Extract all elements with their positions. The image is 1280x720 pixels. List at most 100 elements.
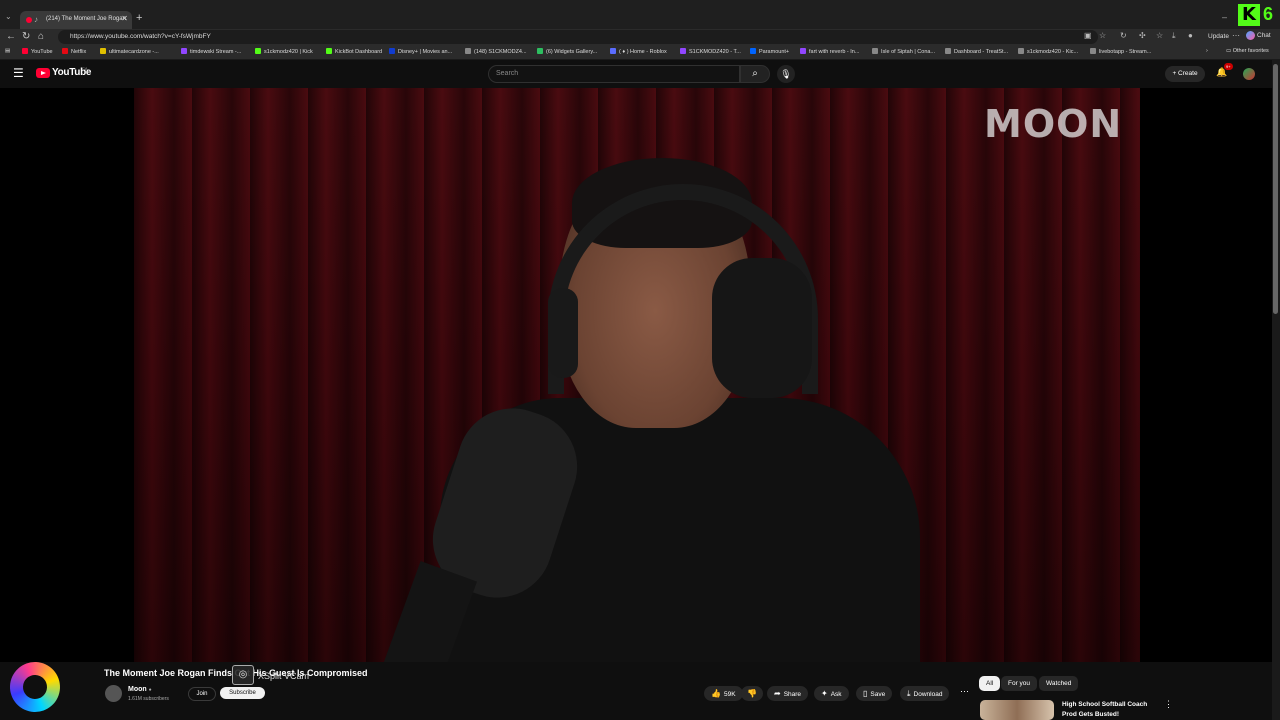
bookmark-favicon-icon	[1018, 48, 1024, 54]
ask-button[interactable]: ✦ Ask	[814, 686, 849, 701]
home-icon[interactable]: ⌂	[38, 31, 44, 42]
bookmark-favicon-icon	[22, 48, 28, 54]
bookmark-label: ( ♦ ) Home - Roblox	[619, 49, 667, 55]
favorite-star-icon[interactable]: ☆	[1099, 31, 1106, 40]
bookmark-favicon-icon	[800, 48, 806, 54]
bookmark-label: Dashboard - TreatSt...	[954, 49, 1009, 55]
bookmark-item[interactable]: Paramount+	[750, 48, 789, 55]
chip-for-you[interactable]: For you	[1001, 676, 1038, 691]
search-button[interactable]: ⌕	[740, 65, 770, 83]
recommended-video-title-line2[interactable]: Prod Gets Busted!	[1062, 711, 1119, 718]
bookmark-item[interactable]: ( ♦ ) Home - Roblox	[610, 48, 667, 55]
hamburger-menu-icon[interactable]: ☰	[13, 66, 24, 80]
bookmark-item[interactable]: Isle of Siptah | Cona...	[872, 48, 935, 55]
reader-view-icon[interactable]: ▣	[1084, 31, 1092, 40]
minimize-window-icon[interactable]: –	[1222, 12, 1227, 22]
bookmark-label: Paramount+	[759, 49, 790, 55]
bookmark-item[interactable]: s1ckmodz420 - Kic...	[1018, 48, 1078, 55]
bookmark-label: timdewski Stream -...	[190, 49, 242, 55]
save-label: Save	[870, 691, 886, 698]
bookmark-item[interactable]: (148) S1CKMODZ4...	[465, 48, 527, 55]
video-player[interactable]: MOON	[0, 88, 1272, 662]
dislike-button[interactable]: 👎	[741, 686, 763, 701]
bookmark-item[interactable]: Dashboard - TreatSt...	[945, 48, 1008, 55]
address-bar[interactable]: https://www.youtube.com/watch?v=cY-fsWjm…	[58, 30, 1098, 44]
bookmark-favicon-icon	[1090, 48, 1096, 54]
bookmark-item[interactable]: (6) Widgets Gallery...	[537, 48, 597, 55]
channel-name-text: Moon	[128, 686, 147, 693]
bookmark-item[interactable]: Netflix	[62, 48, 86, 55]
download-icon: ⤓	[907, 689, 911, 698]
kick-badge-number: 6	[1263, 4, 1274, 24]
xsplit-vcam-label: XSplit VCam	[258, 671, 310, 681]
subscribe-button[interactable]: Subscribe	[220, 687, 265, 699]
bookmark-favicon-icon	[537, 48, 543, 54]
youtube-logo-icon[interactable]	[36, 68, 50, 78]
update-button[interactable]: Update	[1204, 31, 1233, 42]
tab-list-chevron-icon[interactable]: ⌄	[5, 12, 12, 21]
like-button[interactable]: 👍 59K	[704, 686, 743, 701]
chip-watched[interactable]: Watched	[1039, 676, 1079, 691]
speaker-icon[interactable]: ♪	[34, 15, 38, 24]
browser-tab-strip: ⌄ ♪ (214) The Moment Joe Rogan ✕ + – K 6	[0, 0, 1280, 29]
recommended-video-thumbnail[interactable]	[980, 700, 1054, 720]
bookmark-item[interactable]: ultimatecardzone -...	[100, 48, 159, 55]
other-favorites-folder[interactable]: ▭ Other favorites	[1226, 48, 1269, 54]
share-icon: ➦	[774, 689, 781, 698]
page-scrollbar-thumb[interactable]	[1273, 64, 1278, 314]
bookmark-label: Isle of Siptah | Cona...	[881, 49, 936, 55]
bookmarks-overflow-chevron-icon[interactable]: ›	[1206, 48, 1208, 54]
bookmark-label: Netflix	[71, 49, 87, 55]
bookmark-item[interactable]: timdewski Stream -...	[181, 48, 241, 55]
copilot-icon	[1246, 31, 1255, 40]
download-button[interactable]: ⤓ Download	[900, 686, 950, 701]
folder-icon: ▭	[1226, 48, 1233, 54]
join-button[interactable]: Join	[188, 687, 216, 701]
bookmark-item[interactable]: YouTube	[22, 48, 53, 55]
bookmark-favicon-icon	[680, 48, 686, 54]
bookmark-item[interactable]: Disney+ | Movies an...	[389, 48, 452, 55]
apps-icon[interactable]: ▤	[5, 48, 10, 54]
bookmark-favicon-icon	[872, 48, 878, 54]
create-label: Create	[1178, 70, 1198, 77]
bookmark-item[interactable]: s1ckmodz420 | Kick	[255, 48, 313, 55]
share-button[interactable]: ➦ Share	[767, 686, 809, 701]
copilot-chat-button[interactable]: Chat	[1246, 31, 1271, 40]
more-menu-icon[interactable]: ⋯	[1232, 31, 1240, 40]
close-tab-icon[interactable]: ✕	[121, 14, 128, 23]
downloads-icon[interactable]: ⤓	[1172, 31, 1176, 41]
more-actions-icon[interactable]: ⋯	[960, 686, 969, 697]
xsplit-vcam-icon: ◎	[232, 665, 254, 685]
account-avatar[interactable]	[1243, 68, 1255, 80]
reload-icon[interactable]: ↻	[22, 31, 30, 42]
bookmark-item[interactable]: KickBot Dashboard	[326, 48, 382, 55]
bookmark-item[interactable]: S1CKMODZ420 - T...	[680, 48, 741, 55]
region-code: CA	[82, 66, 88, 71]
channel-avatar[interactable]	[105, 685, 122, 702]
bookmark-label: Disney+ | Movies an...	[398, 49, 453, 55]
bookmark-item[interactable]: livebotapp - Stream...	[1090, 48, 1151, 55]
favorites-icon[interactable]: ☆	[1156, 31, 1163, 40]
bookmark-label: KickBot Dashboard	[335, 49, 383, 55]
other-favorites-label: Other favorites	[1232, 48, 1269, 54]
voice-search-button[interactable]: 🎙	[777, 65, 795, 83]
extension-refresh-icon[interactable]: ↻	[1120, 31, 1127, 40]
extensions-puzzle-icon[interactable]: ✣	[1139, 31, 1146, 40]
search-input[interactable]: Search	[488, 65, 740, 83]
bookmark-favicon-icon	[181, 48, 187, 54]
thumbs-up-icon: 👍	[711, 689, 721, 698]
create-button[interactable]: + Create	[1165, 66, 1205, 82]
back-arrow-icon[interactable]: ←	[6, 31, 16, 42]
chip-all[interactable]: All	[979, 676, 1001, 691]
channel-name[interactable]: Moon ●	[128, 686, 152, 693]
bookmark-item[interactable]: fart with reverb - In...	[800, 48, 859, 55]
notification-count-badge: 9+	[1224, 63, 1233, 70]
channel-watermark: MOON	[984, 102, 1123, 146]
save-button[interactable]: ▯ Save	[856, 686, 893, 701]
bookmark-label: ultimatecardzone -...	[109, 49, 159, 55]
profile-avatar-icon[interactable]: ●	[1188, 31, 1193, 40]
browser-tab-active[interactable]: ♪ (214) The Moment Joe Rogan ✕	[20, 11, 132, 29]
recommended-video-menu-icon[interactable]: ⋮	[1164, 699, 1173, 710]
recommended-video-title[interactable]: High School Softball Coach	[1062, 701, 1147, 708]
new-tab-button[interactable]: +	[136, 12, 142, 24]
